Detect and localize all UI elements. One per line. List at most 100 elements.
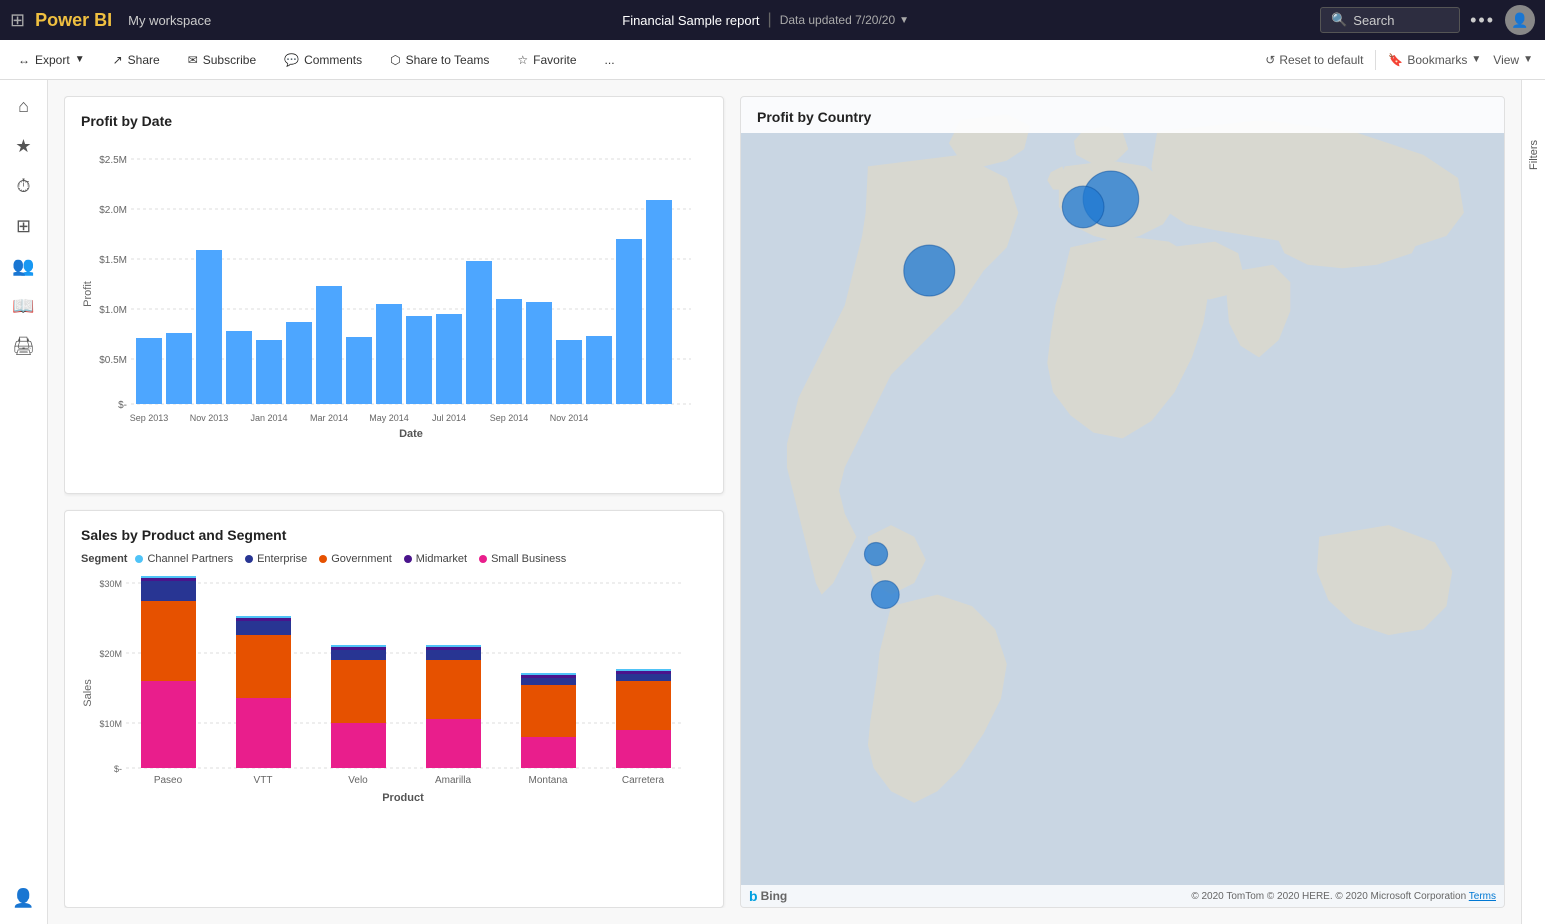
profit-by-country-panel: Profit by Country <box>740 96 1505 908</box>
comments-button[interactable]: 💬 Comments <box>278 49 368 71</box>
report-title: Financial Sample report <box>622 13 759 28</box>
grid-icon[interactable]: ⊞ <box>10 10 25 31</box>
search-box[interactable]: 🔍 Search <box>1320 7 1460 33</box>
svg-text:Product: Product <box>382 792 424 804</box>
svg-text:Sep 2013: Sep 2013 <box>130 413 169 423</box>
workspace-label[interactable]: My workspace <box>128 13 211 28</box>
filters-label: Filters <box>1528 140 1540 170</box>
top-bar-center: Financial Sample report | Data updated 7… <box>221 11 1310 29</box>
sidebar-item-home[interactable]: ⌂ <box>6 88 42 124</box>
filters-toggle[interactable]: Filters <box>1528 140 1540 170</box>
export-icon: ↔ <box>18 53 30 67</box>
title-divider: | <box>768 11 772 29</box>
svg-text:Jan 2014: Jan 2014 <box>250 413 287 423</box>
bookmarks-button[interactable]: 🔖 Bookmarks ▼ <box>1388 53 1481 67</box>
favorite-icon: ☆ <box>517 53 528 67</box>
legend-channel-partners: Channel Partners <box>135 553 233 565</box>
more-options-button[interactable]: ••• <box>1470 10 1495 31</box>
top-bar: ⊞ Power BI My workspace Financial Sample… <box>0 0 1545 40</box>
sidebar-item-shared[interactable]: 👥 <box>6 248 42 284</box>
toolbar-separator <box>1375 50 1376 70</box>
sidebar-item-workspaces[interactable]: 🖨 <box>6 328 42 364</box>
share-button[interactable]: ↗ Share <box>107 49 166 71</box>
search-icon: 🔍 <box>1331 12 1347 28</box>
sidebar-item-learn[interactable]: 📖 <box>6 288 42 324</box>
segment-legend: Segment Channel Partners Enterprise Gove… <box>81 553 707 565</box>
charts-row: Profit by Date Profit $2.5M $2.0M $1.5M … <box>64 96 1505 908</box>
export-button[interactable]: ↔ Export ▼ <box>12 49 91 71</box>
map-svg <box>741 97 1504 907</box>
svg-text:VTT: VTT <box>254 775 273 786</box>
profit-by-date-panel: Profit by Date Profit $2.5M $2.0M $1.5M … <box>64 96 724 494</box>
powerbi-logo: Power BI <box>35 10 112 31</box>
subscribe-button[interactable]: ✉ Subscribe <box>182 49 262 71</box>
segment-label: Segment <box>81 553 127 565</box>
profit-by-country-title: Profit by Country <box>741 97 1504 133</box>
svg-text:Nov 2013: Nov 2013 <box>190 413 229 423</box>
svg-text:$1.0M: $1.0M <box>99 305 127 316</box>
subscribe-icon: ✉ <box>188 53 198 67</box>
svg-text:Amarilla: Amarilla <box>435 775 472 786</box>
left-charts-column: Profit by Date Profit $2.5M $2.0M $1.5M … <box>64 96 724 908</box>
svg-text:Paseo: Paseo <box>154 775 183 786</box>
svg-text:$2.0M: $2.0M <box>99 205 127 216</box>
share-teams-button[interactable]: ⬡ Share to Teams <box>384 49 495 71</box>
svg-text:May 2014: May 2014 <box>369 413 409 423</box>
svg-text:Carretera: Carretera <box>622 775 665 786</box>
svg-text:$2.5M: $2.5M <box>99 155 127 166</box>
svg-text:Nov 2014: Nov 2014 <box>550 413 589 423</box>
world-map[interactable]: b Bing © 2020 TomTom © 2020 HERE. © 2020… <box>741 97 1504 907</box>
legend-small-business: Small Business <box>479 553 566 565</box>
svg-text:$20M: $20M <box>99 649 122 659</box>
map-copyright: © 2020 TomTom © 2020 HERE. © 2020 Micros… <box>1191 891 1496 902</box>
more-toolbar-button[interactable]: ... <box>599 49 621 71</box>
favorite-button[interactable]: ☆ Favorite <box>511 49 582 71</box>
svg-text:Sep 2014: Sep 2014 <box>490 413 529 423</box>
svg-text:Velo: Velo <box>348 775 368 786</box>
legend-enterprise: Enterprise <box>245 553 307 565</box>
svg-text:Sales: Sales <box>82 679 94 707</box>
terms-link[interactable]: Terms <box>1469 891 1496 902</box>
view-button[interactable]: View ▼ <box>1493 53 1533 67</box>
map-bubble-central-america[interactable] <box>871 581 899 609</box>
svg-text:$-: $- <box>118 400 127 411</box>
right-panel: Filters <box>1521 80 1545 924</box>
profit-by-date-title: Profit by Date <box>81 113 707 129</box>
svg-text:$1.5M: $1.5M <box>99 255 127 266</box>
top-bar-right: 🔍 Search ••• 👤 <box>1320 5 1535 35</box>
svg-text:Mar 2014: Mar 2014 <box>310 413 348 423</box>
sidebar: ⌂ ★ ⏱ ⊞ 👥 📖 🖨 👤 <box>0 80 48 924</box>
map-bubble-canada[interactable] <box>904 245 955 296</box>
reset-icon: ↺ <box>1265 53 1275 67</box>
content-area: Profit by Date Profit $2.5M $2.0M $1.5M … <box>48 80 1521 924</box>
sales-by-product-chart: Sales $30M $20M $10M $- <box>81 573 701 813</box>
reset-default-button[interactable]: ↺ Reset to default <box>1265 53 1363 67</box>
map-bottom-bar: b Bing © 2020 TomTom © 2020 HERE. © 2020… <box>741 885 1504 907</box>
data-updated: Data updated 7/20/20 ▼ <box>780 13 909 27</box>
map-bubble-france[interactable] <box>1062 186 1104 228</box>
svg-text:Date: Date <box>399 428 423 439</box>
legend-government: Government <box>319 553 392 565</box>
svg-text:Jul 2014: Jul 2014 <box>432 413 466 423</box>
sidebar-item-recent[interactable]: ⏱ <box>6 168 42 204</box>
sidebar-item-favorites[interactable]: ★ <box>6 128 42 164</box>
sales-by-product-title: Sales by Product and Segment <box>81 527 707 543</box>
svg-text:$30M: $30M <box>99 579 122 589</box>
svg-text:$10M: $10M <box>99 719 122 729</box>
sidebar-item-apps[interactable]: ⊞ <box>6 208 42 244</box>
bing-logo: b Bing <box>749 888 787 904</box>
profit-by-date-chart: Profit $2.5M $2.0M $1.5M $1.0M $0.5M <box>81 139 701 439</box>
toolbar-right: ↺ Reset to default 🔖 Bookmarks ▼ View ▼ <box>1265 50 1533 70</box>
toolbar: ↔ Export ▼ ↗ Share ✉ Subscribe 💬 Comment… <box>0 40 1545 80</box>
map-bubble-mexico[interactable] <box>864 543 887 566</box>
main-layout: ⌂ ★ ⏱ ⊞ 👥 📖 🖨 👤 Profit by Date Profit <box>0 80 1545 924</box>
share-icon: ↗ <box>113 53 123 67</box>
comments-icon: 💬 <box>284 53 299 67</box>
sales-by-product-panel: Sales by Product and Segment Segment Cha… <box>64 510 724 908</box>
sidebar-item-profile[interactable]: 👤 <box>6 880 42 916</box>
bookmark-icon: 🔖 <box>1388 53 1403 67</box>
legend-midmarket: Midmarket <box>404 553 467 565</box>
user-avatar[interactable]: 👤 <box>1505 5 1535 35</box>
teams-icon: ⬡ <box>390 53 400 67</box>
svg-text:Montana: Montana <box>529 775 568 786</box>
